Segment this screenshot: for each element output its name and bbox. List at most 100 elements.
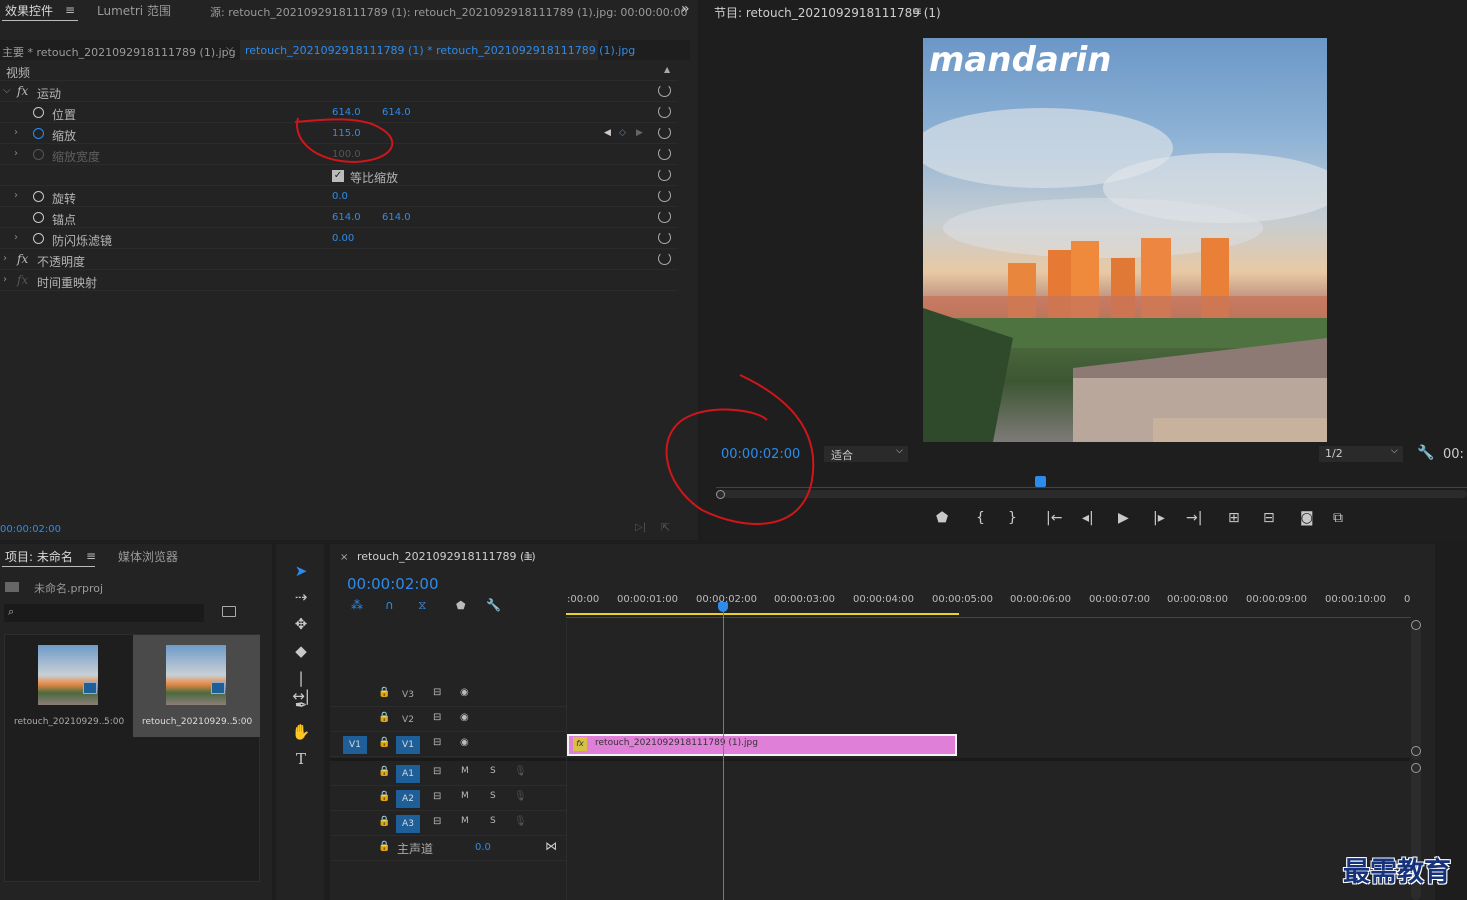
master-volume[interactable]: 0.0 [475,842,491,853]
stopwatch-icon[interactable] [33,233,44,244]
program-title[interactable]: 节目: retouch_2021092918111789 (1) [714,4,941,21]
stopwatch-icon[interactable] [33,191,44,202]
stopwatch-icon[interactable] [33,128,44,139]
film-icon[interactable]: ⊟ [433,816,441,827]
mark-out-icon[interactable]: } [1008,510,1017,526]
next-keyframe-icon[interactable]: ▶ [636,128,643,138]
hand-tool-icon[interactable]: ✋ [290,723,312,745]
solo-button[interactable]: S [490,766,496,776]
tab-source[interactable]: 源: retouch_2021092918111789 (1): retouch… [210,4,688,20]
playhead-line[interactable] [723,610,724,900]
mute-button[interactable]: M [461,791,469,801]
source-patch[interactable]: V1 [343,736,367,754]
track-name[interactable]: V2 [396,711,420,729]
lock-icon[interactable]: 🔒 [378,791,390,802]
reset-icon[interactable] [658,126,671,139]
selection-tool-icon[interactable]: ➤ [290,562,312,584]
extract-icon[interactable]: ⊟ [1263,510,1275,526]
keyframe-icon[interactable]: ◇ [619,128,626,138]
lock-icon[interactable]: 🔒 [378,816,390,827]
play-audio-icon[interactable]: ▷| [635,522,646,533]
film-icon[interactable]: ⊟ [433,766,441,777]
film-icon[interactable]: ⊟ [433,737,441,748]
tab-project[interactable]: 项目: 未命名 [5,548,73,565]
scroll-handle[interactable] [1411,763,1421,773]
track-name[interactable]: A3 [396,815,420,833]
step-back-icon[interactable]: ◂| [1082,510,1094,526]
vertical-scrollbar[interactable] [1411,620,1421,760]
eye-icon[interactable]: ◉ [460,687,469,698]
reset-icon[interactable] [658,105,671,118]
scroll-up-icon[interactable]: ▲ [664,65,670,74]
project-item[interactable]: retouch_20210929... 5:00 [5,635,131,737]
wrench-icon[interactable]: 🔧 [486,598,501,612]
solo-button[interactable]: S [490,791,496,801]
sequence-tab[interactable]: retouch_2021092918111789 (1) [357,550,536,563]
panel-menu-icon[interactable]: ≡ [65,3,75,17]
video-frame[interactable]: mandarin [923,38,1327,442]
tab-media-browser[interactable]: 媒体浏览器 [118,548,178,565]
video-clip[interactable]: fx retouch_2021092918111789 (1).jpg [567,734,957,756]
slip-tool-icon[interactable]: |↔| [290,669,312,705]
film-icon[interactable]: ⊟ [433,791,441,802]
reset-icon[interactable] [658,147,671,160]
play-icon[interactable]: ▶ [1118,510,1129,526]
mute-button[interactable]: M [461,816,469,826]
time-remap-effect[interactable]: › fx 时间重映射 [0,270,678,291]
film-icon[interactable]: ⊟ [433,712,441,723]
track-select-tool-icon[interactable]: ⇢ [290,588,312,610]
mute-button[interactable]: M [461,766,469,776]
reset-icon[interactable] [658,231,671,244]
track-name[interactable]: V3 [396,686,420,704]
reset-icon[interactable] [658,189,671,202]
lock-icon[interactable]: 🔒 [378,687,390,698]
mic-icon[interactable]: 🎙 [514,766,527,777]
stopwatch-icon[interactable] [33,212,44,223]
panel-menu-icon[interactable]: ≡ [523,550,533,564]
master-clip-label[interactable]: 主要 * retouch_2021092918111789 (1).jpg [2,44,236,60]
mark-in-icon[interactable]: { [976,510,985,526]
panel-menu-icon[interactable]: ≡ [912,4,922,18]
go-to-end-icon[interactable]: ⋈ [545,839,557,853]
more-panels-icon[interactable]: » [681,1,690,17]
reset-icon[interactable] [658,168,671,181]
lift-icon[interactable]: ⊞ [1228,510,1240,526]
snap-icon[interactable]: ∩ [385,598,394,612]
timeline-timecode[interactable]: 00:00:02:00 [347,575,439,593]
eye-icon[interactable]: ◉ [460,737,469,748]
search-input[interactable]: ⌕ [4,604,204,622]
prev-keyframe-icon[interactable]: ◀ [604,128,611,138]
tab-lumetri-scopes[interactable]: Lumetri 范围 [97,2,171,19]
ripple-edit-tool-icon[interactable]: ✥ [290,615,312,637]
new-bin-icon[interactable] [222,606,236,617]
scroll-handle[interactable] [1411,620,1421,630]
compare-icon[interactable]: ⧉ [1333,510,1343,526]
razor-tool-icon[interactable]: ◆ [290,642,312,664]
lock-icon[interactable]: 🔒 [378,712,390,723]
linked-selection-icon[interactable]: ⧖ [418,598,426,613]
add-marker-icon[interactable]: ⬟ [456,599,466,612]
playhead-marker[interactable] [1035,476,1046,487]
track-name[interactable]: V1 [396,736,420,754]
film-icon[interactable]: ⊟ [433,687,441,698]
mic-icon[interactable]: 🎙 [514,791,527,802]
type-tool-icon[interactable]: T [290,750,312,772]
mic-icon[interactable]: 🎙 [514,816,527,827]
solo-button[interactable]: S [490,816,496,826]
step-forward-icon[interactable]: |▸ [1153,510,1165,526]
lock-icon[interactable]: 🔒 [378,766,390,777]
resolution-dropdown[interactable]: 1/2 ⌵ [1319,446,1403,462]
add-marker-icon[interactable]: ⬟ [936,510,948,526]
chevron-down-icon[interactable]: ⌵ [226,43,234,54]
tab-effect-controls[interactable]: 效果控件 [5,2,53,19]
track-name[interactable]: A2 [396,790,420,808]
reset-icon[interactable] [658,252,671,265]
panel-menu-icon[interactable]: ≡ [86,549,96,563]
eye-icon[interactable]: ◉ [460,712,469,723]
opacity-effect[interactable]: › fx 不透明度 [0,249,678,270]
lock-icon[interactable]: 🔒 [378,841,390,852]
stopwatch-icon[interactable] [33,107,44,118]
uniform-scale-checkbox[interactable]: ✓ [332,170,344,182]
scroll-handle[interactable] [1411,746,1421,756]
reset-icon[interactable] [658,84,671,97]
